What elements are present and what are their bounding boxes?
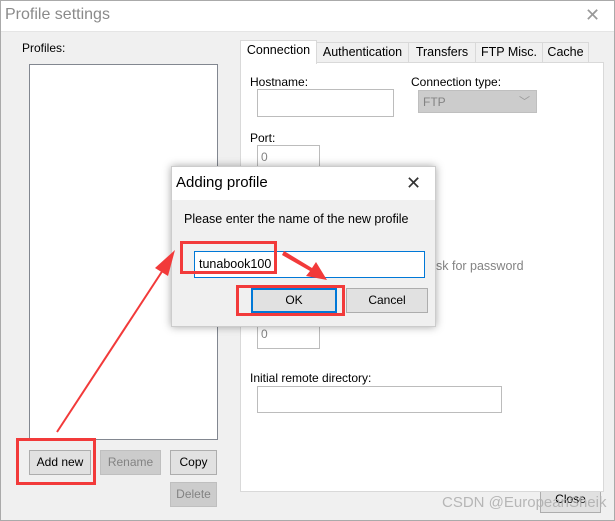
port-label: Port: bbox=[250, 131, 276, 145]
cancel-button[interactable]: Cancel bbox=[346, 288, 428, 313]
profile-name-input[interactable]: tunabook100 bbox=[194, 251, 425, 278]
tab-cache[interactable]: Cache bbox=[542, 42, 589, 63]
profiles-label: Profiles: bbox=[22, 41, 66, 55]
remote-dir-input[interactable] bbox=[257, 386, 502, 413]
hostname-label: Hostname: bbox=[250, 75, 309, 89]
copy-button[interactable]: Copy bbox=[170, 450, 217, 475]
connection-type-select[interactable]: FTP ﹀ bbox=[418, 90, 537, 113]
remote-dir-label: Initial remote directory: bbox=[250, 371, 372, 385]
close-icon[interactable]: ✕ bbox=[585, 6, 600, 24]
dialog-title: Adding profile bbox=[176, 174, 268, 191]
connection-type-label: Connection type: bbox=[411, 75, 502, 89]
tab-transfers[interactable]: Transfers bbox=[408, 42, 476, 63]
hostname-input[interactable] bbox=[257, 89, 394, 117]
dialog-prompt: Please enter the name of the new profile bbox=[184, 212, 409, 226]
window-title: Profile settings bbox=[5, 6, 110, 23]
tab-authentication[interactable]: Authentication bbox=[316, 42, 409, 63]
delete-button[interactable]: Delete bbox=[170, 482, 217, 507]
dialog-close-icon[interactable]: ✕ bbox=[406, 174, 421, 192]
adding-profile-dialog: Adding profile ✕ Please enter the name o… bbox=[171, 166, 436, 327]
watermark: CSDN @EuropeanSheik bbox=[442, 494, 607, 511]
ok-button[interactable]: OK bbox=[251, 288, 337, 313]
rename-button[interactable]: Rename bbox=[100, 450, 161, 475]
chevron-down-icon: ﹀ bbox=[519, 96, 530, 108]
tab-connection[interactable]: Connection bbox=[240, 40, 317, 64]
connection-type-value: FTP bbox=[423, 95, 446, 109]
tab-ftp-misc[interactable]: FTP Misc. bbox=[475, 42, 543, 63]
ask-password-label: sk for password bbox=[436, 259, 524, 273]
add-new-button[interactable]: Add new bbox=[29, 450, 91, 475]
